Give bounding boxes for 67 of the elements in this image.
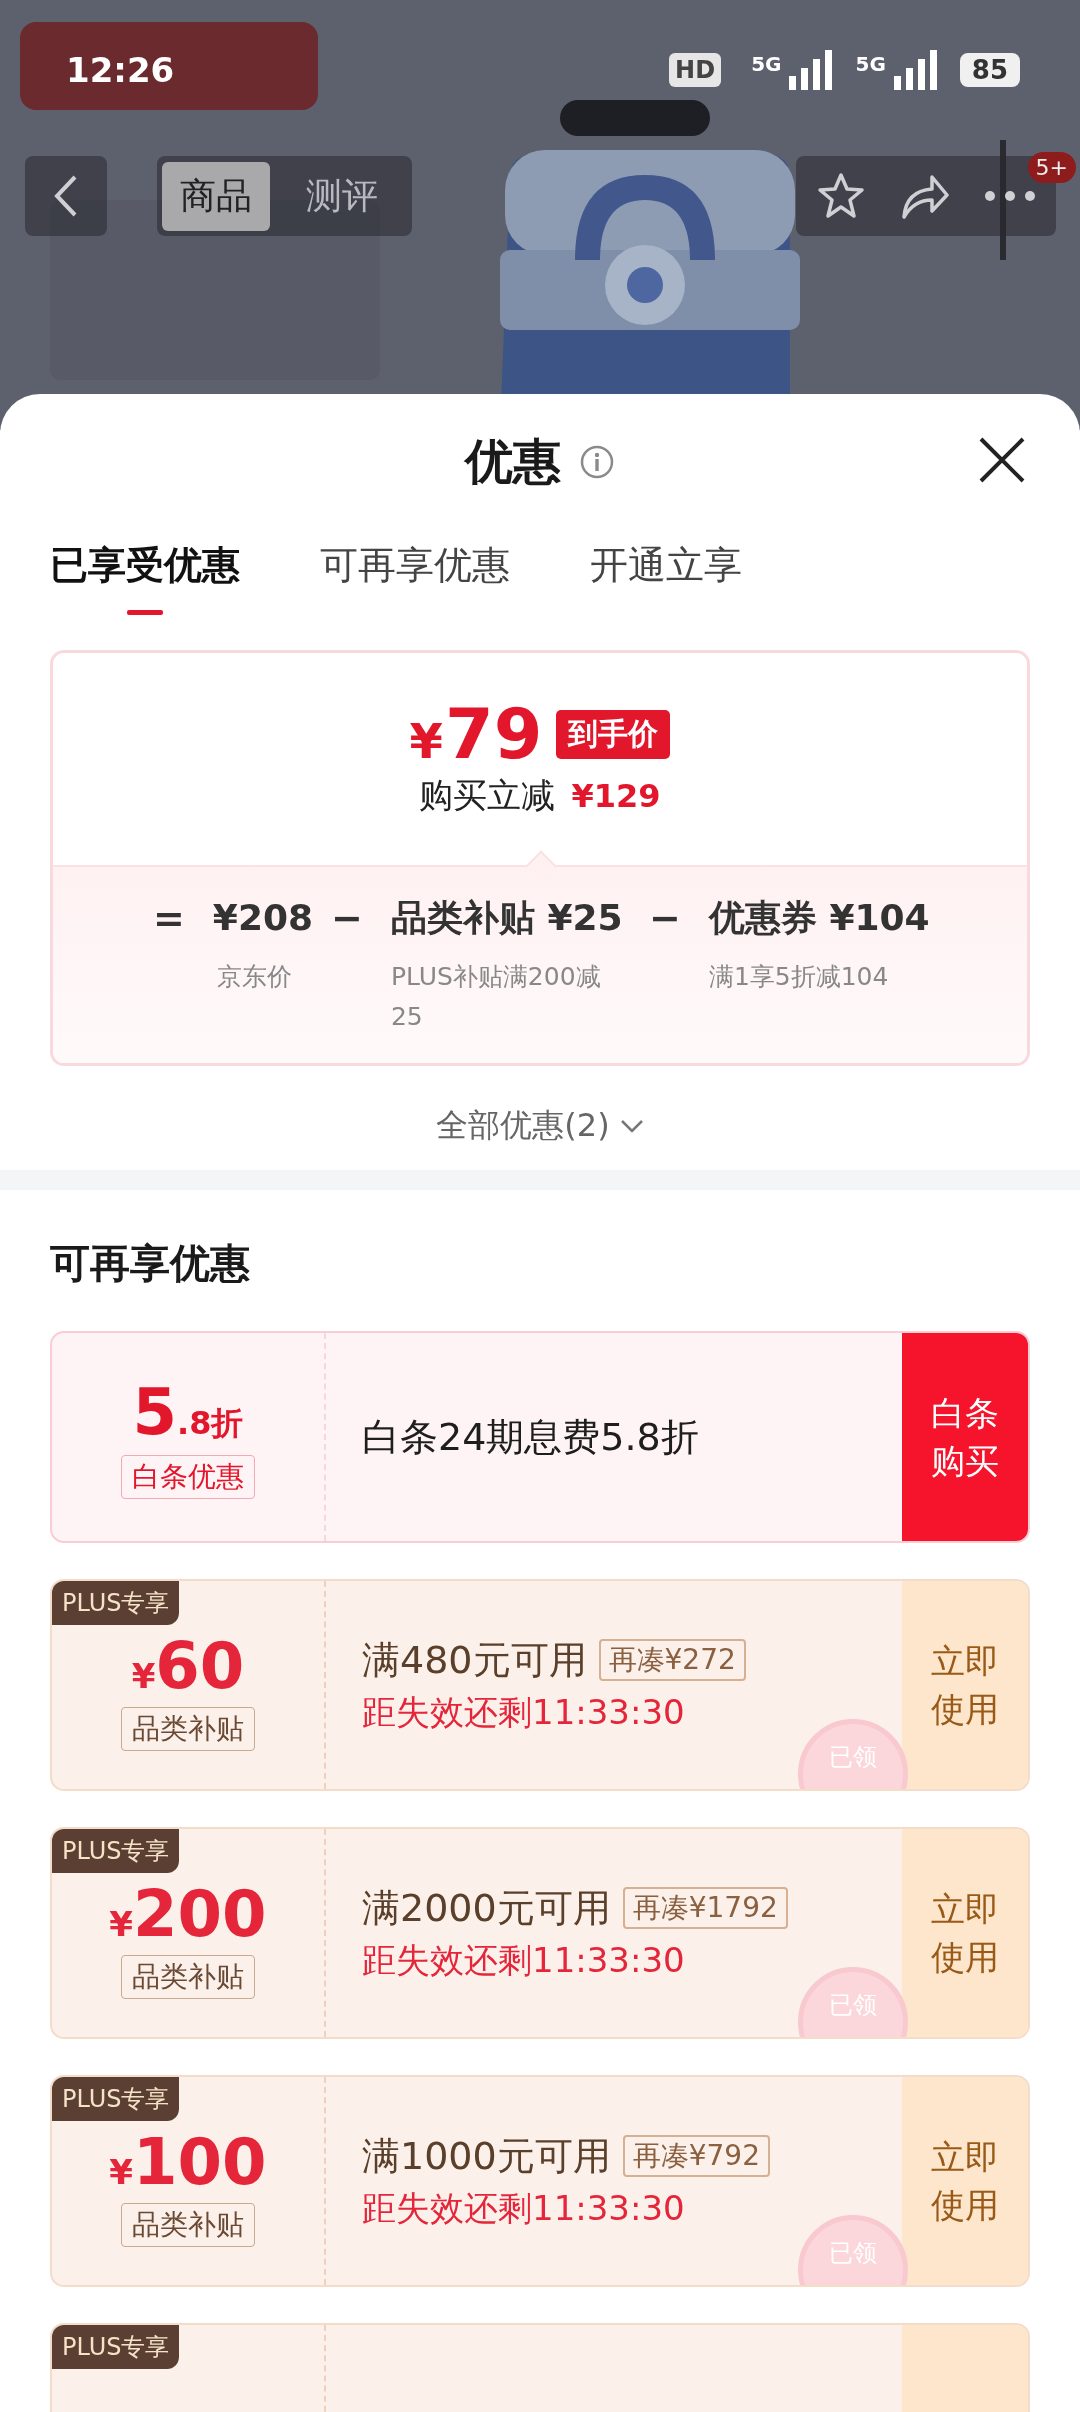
- coupon-amount: 100: [133, 2126, 267, 2198]
- status-time: 12:26: [66, 50, 175, 90]
- remaining-amount-chip: 再凑¥792: [622, 2135, 770, 2177]
- savings-label: 购买立减: [419, 774, 556, 817]
- coupon-tag: 品类补贴: [121, 2203, 255, 2248]
- use-button[interactable]: 立即使用: [902, 1581, 1028, 1789]
- nav-tab[interactable]: 测评: [288, 161, 396, 231]
- back-button[interactable]: [25, 156, 107, 236]
- currency-sign: ¥: [131, 1655, 156, 1696]
- price-currency: ¥: [409, 713, 443, 769]
- share-icon: [900, 173, 950, 219]
- signal-icon: [789, 50, 834, 90]
- price-component-note: PLUS补贴满200减25: [390, 961, 601, 1033]
- price-component: 品类补贴 ¥25: [390, 896, 623, 940]
- expiry-countdown: 距失效还剩11:33:30: [362, 1938, 686, 1982]
- savings-amount: ¥129: [571, 777, 661, 815]
- price-component: 优惠券 ¥104: [708, 896, 930, 940]
- plus-badge: PLUS专享: [52, 1829, 180, 1873]
- hd-badge: HD: [669, 53, 722, 87]
- currency-sign: ¥: [109, 2151, 134, 2192]
- chevron-down-icon: [619, 1119, 644, 1133]
- plus-badge: PLUS专享: [52, 2325, 180, 2369]
- operator-sign: =: [153, 895, 185, 942]
- star-icon: [816, 171, 866, 221]
- coupon-tag: 品类补贴: [121, 1707, 255, 1752]
- close-icon: [978, 436, 1026, 484]
- plus-badge: PLUS专享: [52, 2077, 180, 2121]
- currency-sign: ¥: [109, 1903, 134, 1944]
- price-component-note: 满1享5折减104: [708, 961, 890, 993]
- operator-sign: −: [331, 895, 363, 942]
- network-label: 5G: [855, 52, 886, 76]
- section-title: 可再享优惠: [50, 1239, 251, 1288]
- battery-indicator: 85: [959, 53, 1020, 87]
- coupon-amount: 60: [155, 1630, 245, 1702]
- expand-link[interactable]: 全部优惠(2): [436, 1104, 644, 1148]
- coupon-condition: 满2000元可用: [362, 1884, 611, 1932]
- plus-badge: PLUS专享: [52, 1581, 180, 1625]
- expiry-countdown: 距失效还剩11:33:30: [362, 2186, 686, 2230]
- sheet-title: 优惠: [465, 432, 561, 491]
- info-icon: [579, 444, 615, 480]
- offer-tab[interactable]: 开通立享: [590, 540, 742, 615]
- more-icon: [984, 190, 1036, 202]
- back-icon: [53, 174, 79, 218]
- use-button[interactable]: 立即使用: [902, 2077, 1028, 2285]
- coupon-condition: 满1000元可用: [362, 2132, 611, 2180]
- price-label-badge: 到手价: [556, 709, 671, 759]
- coupon-condition: 满480元可用: [362, 1636, 587, 1684]
- offer-tab[interactable]: 已享受优惠: [50, 540, 240, 615]
- buy-button[interactable]: 白条购买: [902, 1333, 1028, 1541]
- price-component-note: 京东价: [215, 961, 293, 993]
- remaining-amount-chip: 再凑¥272: [598, 1639, 746, 1681]
- nav-tab[interactable]: 商品: [162, 161, 270, 231]
- discount-value: 5: [132, 1375, 178, 1449]
- final-price: 79: [445, 699, 543, 769]
- offer-tab[interactable]: 可再享优惠: [320, 540, 510, 615]
- operator-sign: −: [649, 895, 681, 942]
- coupon-tag: 品类补贴: [121, 1955, 255, 2000]
- use-button[interactable]: 立即使用: [902, 1829, 1028, 2037]
- coupon-tag: 白条优惠: [121, 1455, 255, 1499]
- remaining-amount-chip: 再凑¥1792: [622, 1887, 788, 1929]
- coupon-description: 白条24期息费5.8折: [362, 1413, 700, 1461]
- coupon-amount: 200: [133, 1878, 267, 1950]
- signal-icon: [893, 50, 938, 90]
- price-component: ¥208: [212, 896, 314, 940]
- network-label: 5G: [751, 52, 782, 76]
- discount-unit: .8折: [177, 1403, 244, 1444]
- expiry-countdown: 距失效还剩11:33:30: [362, 1690, 686, 1734]
